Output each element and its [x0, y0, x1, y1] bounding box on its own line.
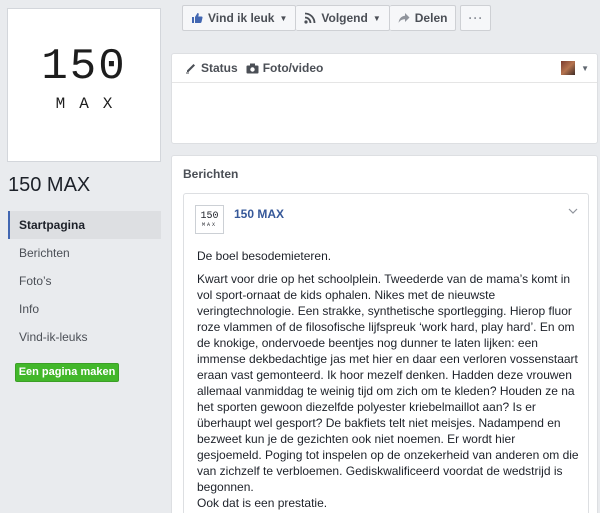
share-button[interactable]: Delen [389, 5, 457, 31]
like-button-label: Vind ik leuk [208, 11, 275, 25]
page-profile-picture[interactable]: 150 MAX [7, 8, 161, 162]
more-options-button[interactable]: ··· [460, 5, 492, 31]
chevron-down-icon[interactable]: ▼ [581, 64, 589, 73]
post-paragraph: Kwart voor drie op het schoolplein. Twee… [197, 272, 579, 494]
page-title[interactable]: 150 MAX [8, 174, 90, 197]
chevron-down-icon[interactable] [568, 206, 578, 217]
camera-icon [246, 63, 259, 74]
post-avatar[interactable]: 150 MAX [195, 205, 224, 234]
page-action-bar: Vind ik leuk ▼ Volgend ▼ Delen ··· [182, 5, 492, 31]
chevron-down-icon: ▼ [372, 13, 381, 23]
post-composer: Status Foto/video ▼ [171, 53, 598, 144]
post-paragraph: De boel besodemieteren. [197, 249, 332, 263]
tab-photo-video[interactable]: Foto/video [246, 61, 324, 75]
pencil-icon [185, 62, 197, 74]
chevron-down-icon: ▼ [279, 13, 288, 23]
posts-section-title: Berichten [183, 167, 239, 181]
logo-number: 150 [41, 42, 127, 92]
follow-button-label: Volgend [321, 11, 368, 25]
rss-icon [304, 12, 316, 24]
thumbs-up-icon [191, 12, 203, 24]
post-paragraph: Ook dat is een prestatie. [197, 496, 328, 510]
like-button[interactable]: Vind ik leuk ▼ [182, 5, 297, 31]
tab-photo-video-label: Foto/video [262, 61, 324, 75]
logo-word: MAX [55, 95, 127, 113]
post-card: 150 MAX 150 MAX De boel besodemieteren. … [183, 193, 589, 513]
post-avatar-word: MAX [201, 222, 217, 228]
nav-item-startpagina[interactable]: Startpagina [8, 211, 161, 239]
page-nav: Startpagina Berichten Foto’s Info Vind-i… [8, 211, 161, 351]
nav-item-berichten[interactable]: Berichten [8, 239, 161, 267]
nav-item-vind-ik-leuks[interactable]: Vind-ik-leuks [8, 323, 161, 351]
post-avatar-number: 150 [200, 211, 219, 222]
follow-button[interactable]: Volgend ▼ [296, 5, 390, 31]
posts-section: Berichten 150 MAX 150 MAX De boel besode… [171, 155, 598, 513]
post-author-link[interactable]: 150 MAX [234, 207, 284, 221]
share-arrow-icon [398, 12, 410, 24]
page-logo: 150 MAX [8, 9, 160, 161]
nav-item-info[interactable]: Info [8, 295, 161, 323]
composer-tabs: Status Foto/video [172, 54, 597, 83]
nav-item-fotos[interactable]: Foto’s [8, 267, 161, 295]
tab-status-label: Status [201, 61, 238, 75]
create-page-button[interactable]: Een pagina maken [15, 363, 119, 382]
avatar[interactable] [561, 61, 575, 75]
tab-status[interactable]: Status [185, 61, 238, 75]
post-body: De boel besodemieteren. Kwart voor drie … [197, 248, 582, 513]
share-button-label: Delen [414, 11, 448, 25]
